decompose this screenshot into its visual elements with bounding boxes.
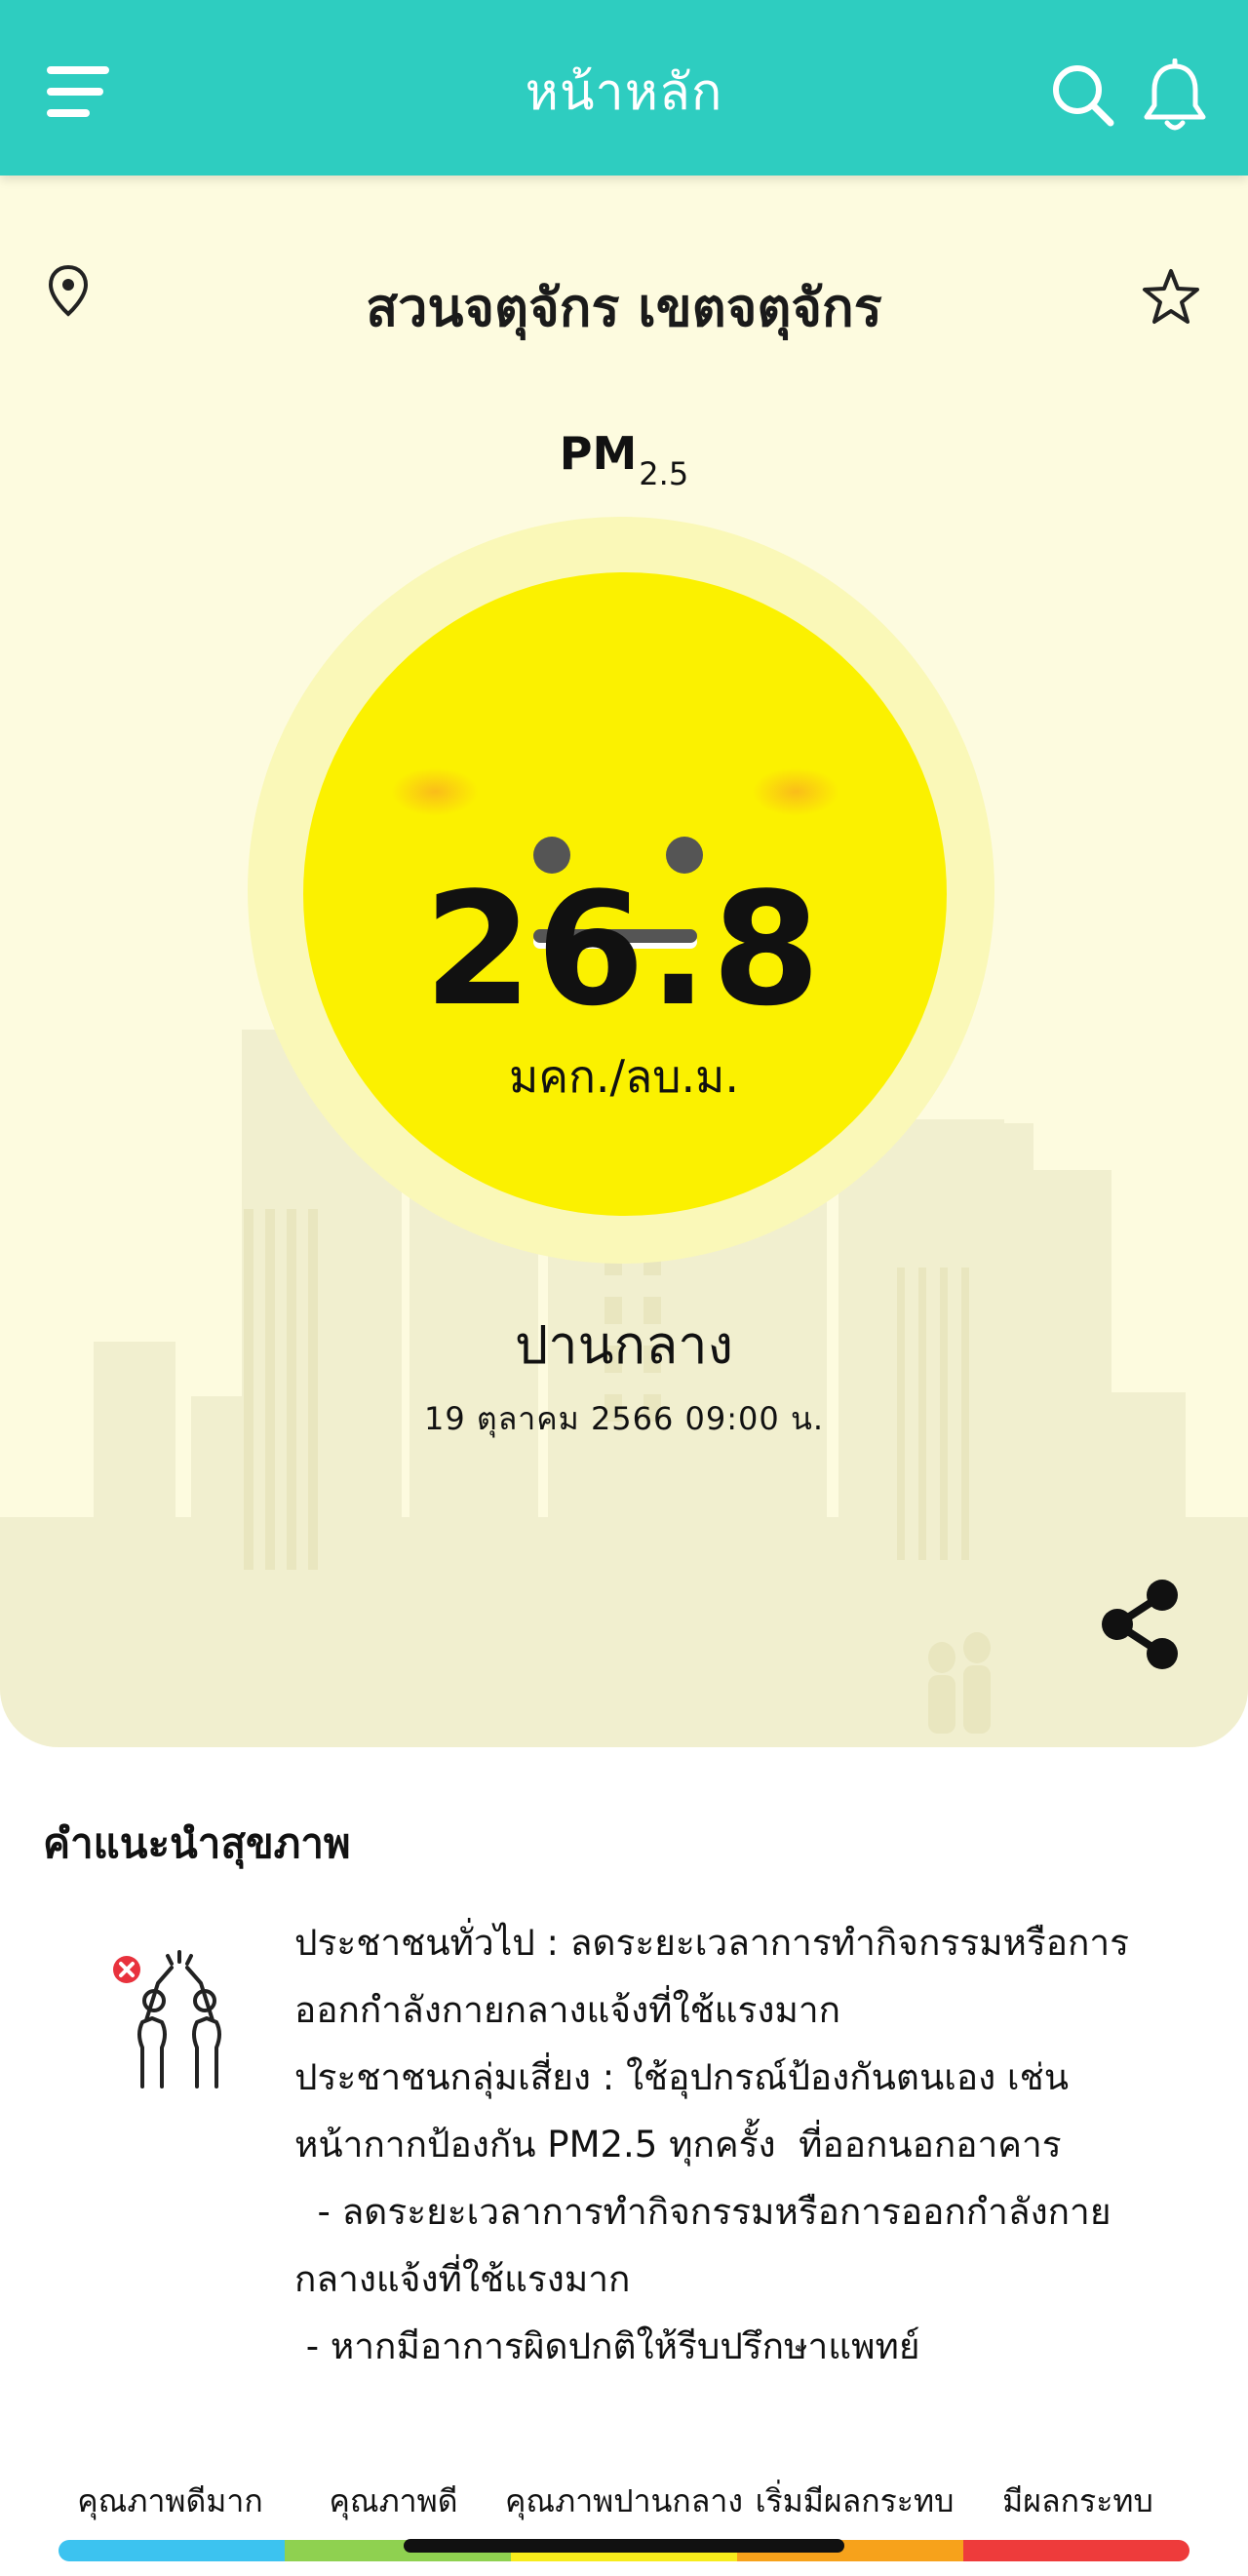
advice-line: ออกกำลังกายกลางแจ้งที่ใช้แรงมาก bbox=[294, 1989, 841, 2031]
legend-label-unhealthy: มีผลกระทบ bbox=[1002, 2482, 1153, 2519]
advice-line: - หากมีอาการผิดปกติให้รีบปรึกษาแพทย์ bbox=[294, 2325, 920, 2367]
air-quality-hero: สวนจตุจักร เขตจตุจักร PM2.5 26.8 มคก./ลบ… bbox=[0, 176, 1248, 1747]
legend-label-moderate: คุณภาพปานกลาง bbox=[505, 2482, 743, 2519]
location-name[interactable]: สวนจตุจักร เขตจตุจักร bbox=[176, 265, 1072, 349]
legend-label-good: คุณภาพดี bbox=[329, 2482, 458, 2519]
share-icon[interactable] bbox=[1100, 1578, 1182, 1671]
legend-labels: คุณภาพดีมาก คุณภาพดี คุณภาพปานกลาง เริ่ม… bbox=[58, 2477, 1190, 2526]
air-quality-status: ปานกลาง bbox=[515, 1314, 733, 1376]
search-icon bbox=[1053, 65, 1114, 127]
legend-label-excellent: คุณภาพดีมาก bbox=[77, 2482, 263, 2519]
pm-unit: มคก./ลบ.ม. bbox=[508, 1050, 740, 1103]
pollutant-label: PM2.5 bbox=[0, 427, 1248, 492]
legend-swatch bbox=[58, 2540, 285, 2561]
no-exercise-icon bbox=[113, 1950, 221, 2088]
search-button[interactable] bbox=[1048, 60, 1116, 129]
bell-icon bbox=[1144, 58, 1206, 131]
home-indicator[interactable] bbox=[404, 2539, 844, 2553]
advice-line: หน้ากากป้องกัน PM2.5 ทุกครั้ง ที่ออกนอกอ… bbox=[294, 2124, 1062, 2166]
measurement-timestamp: 19 ตุลาคม 2566 09:00 น. bbox=[424, 1400, 824, 1437]
pollutant-name: PM bbox=[559, 427, 638, 480]
health-advice-text: ประชาชนทั่วไป : ลดระยะเวลาการทำกิจกรรมหร… bbox=[294, 1909, 1172, 2380]
notification-button[interactable] bbox=[1141, 58, 1209, 137]
legend-label-unhealthy-sensitive: เริ่มมีผลกระทบ bbox=[755, 2482, 955, 2519]
face-blush-left bbox=[391, 767, 479, 816]
advice-line: - ลดระยะเวลาการทำกิจกรรมหรือการออกกำลังก… bbox=[294, 2191, 1112, 2233]
top-app-bar: หน้าหลัก bbox=[0, 0, 1248, 176]
legend-swatch bbox=[963, 2540, 1190, 2561]
advice-line: ประชาชนกลุ่มเสี่ยง : ใช้อุปกรณ์ป้องกันตน… bbox=[294, 2056, 1069, 2098]
advice-line: กลางแจ้งที่ใช้แรงมาก bbox=[294, 2258, 631, 2300]
pollutant-subscript: 2.5 bbox=[639, 455, 689, 492]
advice-line: ประชาชนทั่วไป : ลดระยะเวลาการทำกิจกรรมหร… bbox=[294, 1922, 1130, 1964]
star-icon[interactable] bbox=[1139, 265, 1203, 330]
pm-value: 26.8 bbox=[423, 858, 825, 1040]
face-blush-right bbox=[752, 767, 839, 816]
health-advice-title: คำแนะนำสุขภาพ bbox=[43, 1819, 351, 1867]
map-pin-icon[interactable] bbox=[47, 263, 90, 318]
